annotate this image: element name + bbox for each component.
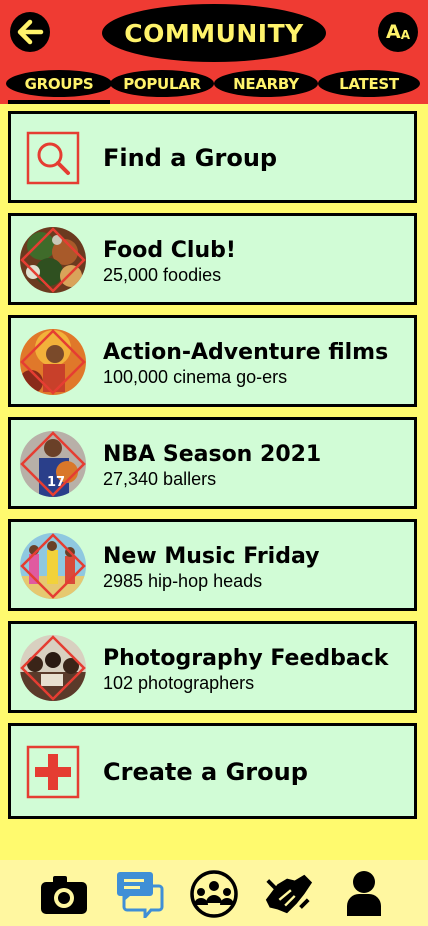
nav-chat-button[interactable] [114,870,166,918]
back-button[interactable] [10,12,50,52]
group-member-count: 100,000 cinema go-ers [103,367,288,387]
group-card-new-music-friday[interactable]: New Music Friday 2985 hip-hop heads [8,519,417,611]
find-group-label: Find a Group [103,144,278,172]
group-card-food-club[interactable]: Food Club! 25,000 foodies [8,213,417,305]
group-card-action-adventure[interactable]: Action-Adventure films 100,000 cinema go… [8,315,417,407]
page-title: COMMUNITY [124,18,304,48]
group-member-count: 2985 hip-hop heads [103,571,263,591]
group-member-count: 102 photographers [103,673,255,693]
tab-groups[interactable]: GROUPS [6,70,112,97]
group-name: Food Club! [103,238,236,263]
music-group-avatar [20,533,86,599]
find-group-button[interactable]: Find a Group [8,111,417,203]
basketball-player-avatar: 17 [20,431,86,497]
tab-latest[interactable]: LATEST [318,70,420,97]
action-film-avatar [20,329,86,395]
photographers-avatar [20,635,86,701]
group-name: NBA Season 2021 [103,442,322,467]
tab-popular[interactable]: POPULAR [110,70,214,97]
food-club-avatar [20,227,86,293]
tab-nearby[interactable]: NEARBY [214,70,318,97]
tab-groups-label: GROUPS [24,74,94,93]
group-member-count: 27,340 ballers [103,469,217,489]
create-group-label: Create a Group [103,758,308,786]
tab-nearby-label: NEARBY [233,74,299,93]
header-bar: COMMUNITY AA GROUPS POPULAR NEARBY LATES… [0,0,428,104]
nav-profile-button[interactable] [338,870,390,918]
plus-icon [26,745,80,799]
font-size-button[interactable]: AA [378,12,418,52]
nav-handshake-button[interactable] [262,870,314,918]
font-size-icon-large: A [385,21,401,43]
font-size-icon-small: A [400,28,410,42]
group-name: Action-Adventure films [103,340,389,365]
page-title-pill: COMMUNITY [102,4,326,62]
group-card-nba-season[interactable]: 17 NBA Season 2021 27,340 ballers [8,417,417,509]
svg-text:17: 17 [47,475,65,490]
nav-community-button[interactable] [188,870,240,918]
camera-icon [41,876,87,914]
group-name: New Music Friday [103,544,320,569]
nav-camera-button[interactable] [38,870,90,918]
community-icon [190,870,238,918]
search-icon [26,131,80,185]
active-tab-indicator [8,100,110,104]
handshake-icon [265,874,313,914]
tab-latest-label: LATEST [339,74,399,93]
back-arrow-icon [17,19,44,45]
tab-popular-label: POPULAR [123,74,201,93]
chat-icon [117,872,164,918]
group-name: Photography Feedback [103,646,389,671]
group-card-photography-feedback[interactable]: Photography Feedback 102 photographers [8,621,417,713]
create-group-button[interactable]: Create a Group [8,723,417,819]
group-member-count: 25,000 foodies [103,265,222,285]
profile-icon [347,871,381,916]
